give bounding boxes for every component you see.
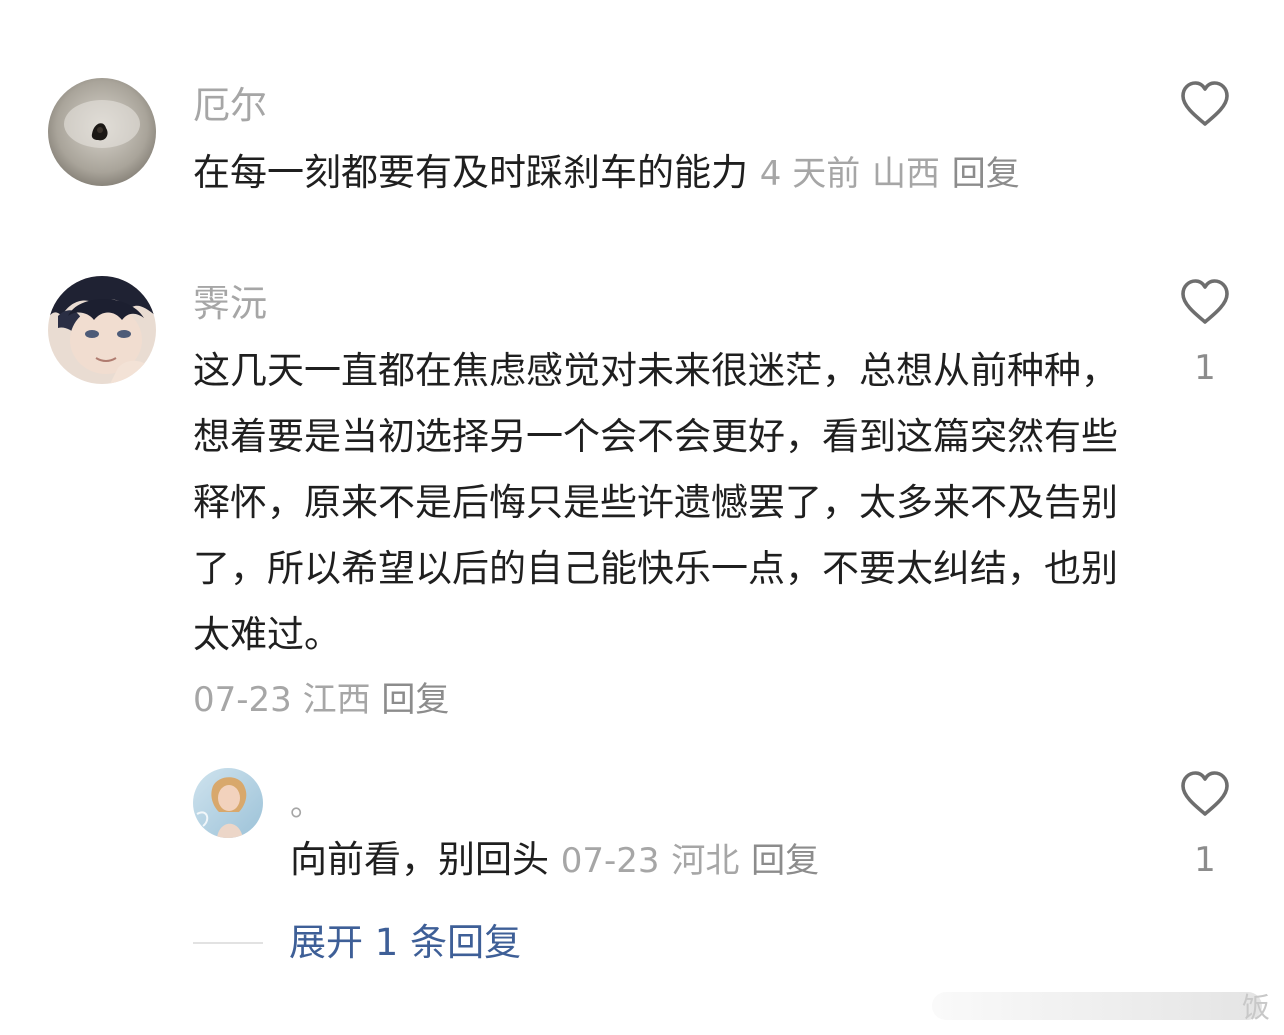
comment-time: 4 天前 bbox=[759, 154, 861, 194]
avatar-image bbox=[48, 78, 156, 186]
reply-button[interactable]: 回复 bbox=[952, 154, 1020, 194]
comment-content: 在每一刻都要有及时踩刹车的能力 4 天前 山西 回复 bbox=[193, 148, 1020, 199]
comment-text: 向前看，别回头 bbox=[290, 838, 549, 881]
like-button[interactable]: 1 bbox=[1177, 770, 1233, 880]
expand-replies[interactable]: 展开 1 条回复 bbox=[193, 918, 521, 968]
comment-location: 河北 bbox=[671, 841, 740, 881]
comment-time: 07-23 bbox=[560, 841, 660, 881]
divider bbox=[193, 942, 263, 944]
comment-content: 向前看，别回头 07-23 河北 回复 bbox=[290, 835, 819, 886]
avatar[interactable] bbox=[48, 276, 156, 384]
username[interactable]: 霁沅 bbox=[193, 282, 267, 326]
like-count: 1 bbox=[1194, 840, 1216, 880]
comment-location: 山西 bbox=[871, 154, 940, 194]
avatar[interactable] bbox=[193, 768, 263, 838]
like-button[interactable] bbox=[1177, 80, 1233, 150]
username[interactable]: 厄尔 bbox=[193, 84, 267, 128]
heart-outline-icon bbox=[1181, 81, 1229, 126]
reply-button[interactable]: 回复 bbox=[751, 841, 819, 881]
comment-time: 07-23 bbox=[193, 680, 292, 720]
expand-replies-label[interactable]: 展开 1 条回复 bbox=[289, 918, 521, 968]
comment-location: 江西 bbox=[302, 680, 371, 720]
comment-item: 霁沅 这几天一直都在焦虑感觉对未来很迷茫，总想从前种种，想着要是当初选择另一个会… bbox=[0, 240, 1284, 740]
like-button[interactable]: 1 bbox=[1177, 278, 1233, 388]
avatar-image bbox=[48, 276, 156, 384]
like-count: 1 bbox=[1194, 348, 1216, 388]
username[interactable]: 。 bbox=[290, 784, 322, 824]
comment-text: 这几天一直都在焦虑感觉对未来很迷茫，总想从前种种，想着要是当初选择另一个会不会更… bbox=[193, 349, 1118, 656]
watermark: 饭 bbox=[931, 986, 1270, 1026]
comment-meta: 07-23 江西 回复 bbox=[193, 678, 449, 722]
comment-text: 在每一刻都要有及时踩刹车的能力 bbox=[193, 151, 748, 194]
comment-item: 厄尔 在每一刻都要有及时踩刹车的能力 4 天前 山西 回复 bbox=[0, 0, 1284, 240]
avatar-image bbox=[193, 768, 263, 838]
sub-comment-item: 。 向前看，别回头 07-23 河北 回复 1 bbox=[0, 740, 1284, 910]
reply-button[interactable]: 回复 bbox=[381, 680, 449, 720]
heart-outline-icon bbox=[1181, 279, 1229, 324]
avatar[interactable] bbox=[48, 78, 156, 186]
watermark-bar bbox=[931, 992, 1262, 1020]
heart-outline-icon bbox=[1181, 771, 1229, 816]
watermark-text: 饭 bbox=[1241, 991, 1270, 1024]
